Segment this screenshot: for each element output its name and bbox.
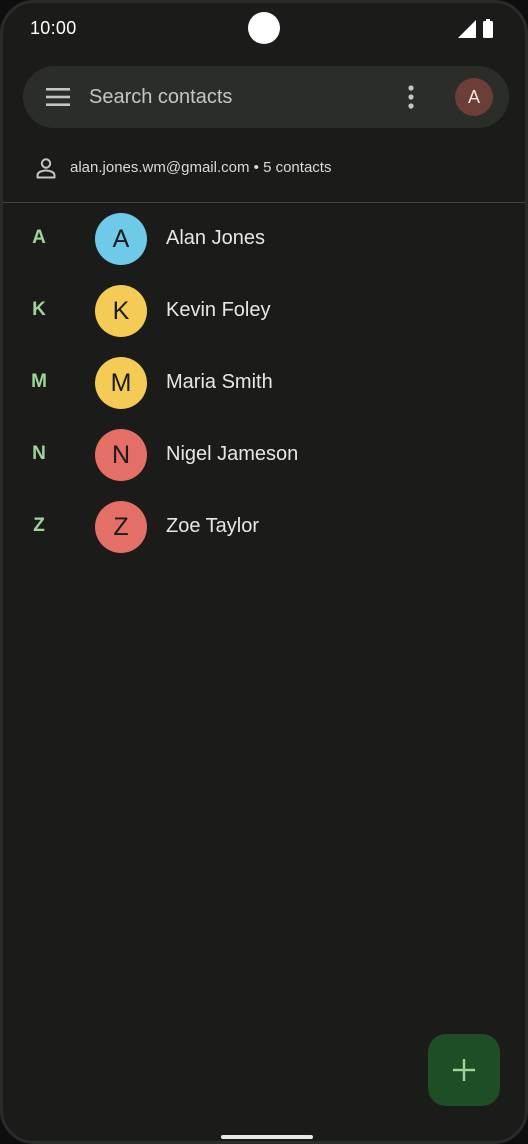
account-text: alan.jones.wm@gmail.com • 5 contacts bbox=[70, 159, 331, 176]
contact-name: Kevin Foley bbox=[166, 299, 271, 321]
contact-name: Alan Jones bbox=[166, 227, 265, 249]
battery-icon bbox=[483, 19, 493, 38]
contact-row[interactable]: Z Z Zoe Taylor bbox=[3, 491, 525, 563]
contact-avatar: K bbox=[95, 285, 147, 337]
signal-icon bbox=[458, 20, 476, 38]
menu-icon[interactable] bbox=[45, 85, 71, 109]
phone-screen: 10:00 A alan.jones.wm@gmail.com • 5 cont… bbox=[0, 0, 528, 1144]
more-vertical-icon[interactable] bbox=[399, 83, 423, 111]
account-separator: • bbox=[253, 159, 259, 176]
contact-count: 5 contacts bbox=[263, 159, 332, 176]
contact-avatar: N bbox=[95, 429, 147, 481]
status-time: 10:00 bbox=[30, 18, 77, 38]
section-letter: A bbox=[32, 227, 46, 248]
contact-row[interactable]: M M Maria Smith bbox=[3, 347, 525, 419]
section-letter: M bbox=[31, 371, 47, 392]
add-contact-button[interactable] bbox=[428, 1034, 500, 1106]
contact-name: Nigel Jameson bbox=[166, 443, 299, 465]
section-letter: N bbox=[32, 443, 46, 464]
search-bar[interactable]: A bbox=[23, 66, 509, 128]
account-avatar[interactable]: A bbox=[455, 78, 493, 116]
search-input[interactable] bbox=[89, 82, 379, 112]
section-letter: K bbox=[32, 299, 46, 320]
contact-row[interactable]: N N Nigel Jameson bbox=[3, 419, 525, 491]
contact-row[interactable]: K K Kevin Foley bbox=[3, 275, 525, 347]
status-bar: 10:00 bbox=[3, 3, 525, 55]
contact-avatar: M bbox=[95, 357, 147, 409]
contact-name: Maria Smith bbox=[166, 371, 273, 393]
plus-icon bbox=[453, 1059, 475, 1081]
camera-cutout bbox=[248, 12, 280, 44]
contact-name: Zoe Taylor bbox=[166, 515, 260, 537]
contact-row[interactable]: A A Alan Jones bbox=[3, 203, 525, 275]
section-letter: Z bbox=[33, 515, 45, 536]
contact-list: A A Alan Jones K K Kevin Foley M M Maria… bbox=[3, 203, 525, 563]
contact-avatar: A bbox=[95, 213, 147, 265]
contact-avatar: Z bbox=[95, 501, 147, 553]
account-email: alan.jones.wm@gmail.com bbox=[70, 159, 250, 176]
gesture-nav-handle[interactable] bbox=[221, 1135, 313, 1139]
person-icon bbox=[36, 158, 56, 179]
